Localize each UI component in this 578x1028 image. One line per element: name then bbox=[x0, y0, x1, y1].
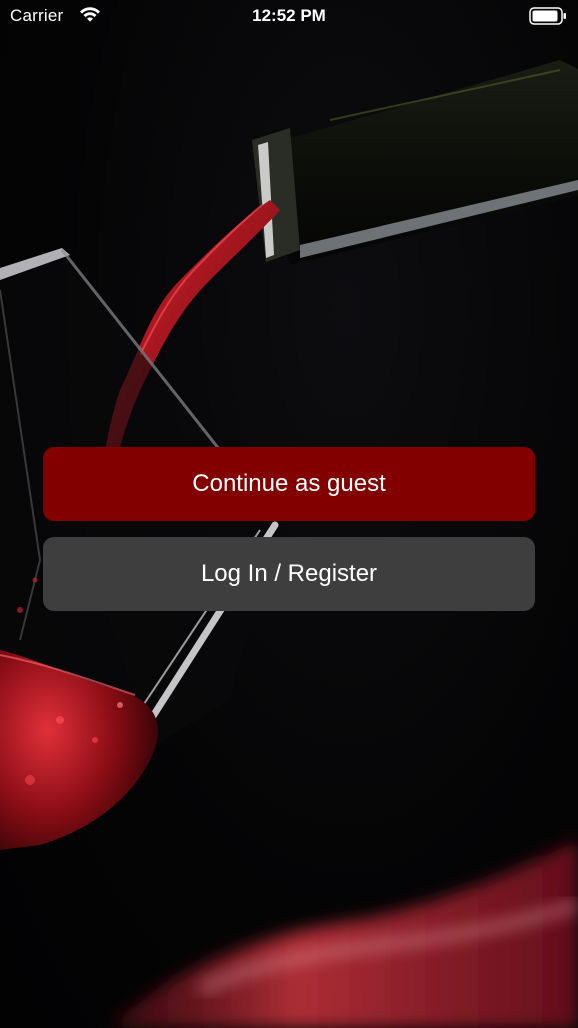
welcome-screen: Carrier 12:52 PM Continue as guest Log I… bbox=[0, 0, 578, 1028]
status-bar: Carrier 12:52 PM bbox=[0, 0, 578, 34]
continue-as-guest-button[interactable]: Continue as guest bbox=[43, 447, 535, 521]
login-register-button[interactable]: Log In / Register bbox=[43, 537, 535, 611]
battery-icon bbox=[529, 7, 566, 25]
wine-bottle-shape bbox=[250, 60, 578, 265]
blurred-wine-splash-shape bbox=[110, 840, 578, 1028]
status-time: 12:52 PM bbox=[252, 6, 326, 25]
